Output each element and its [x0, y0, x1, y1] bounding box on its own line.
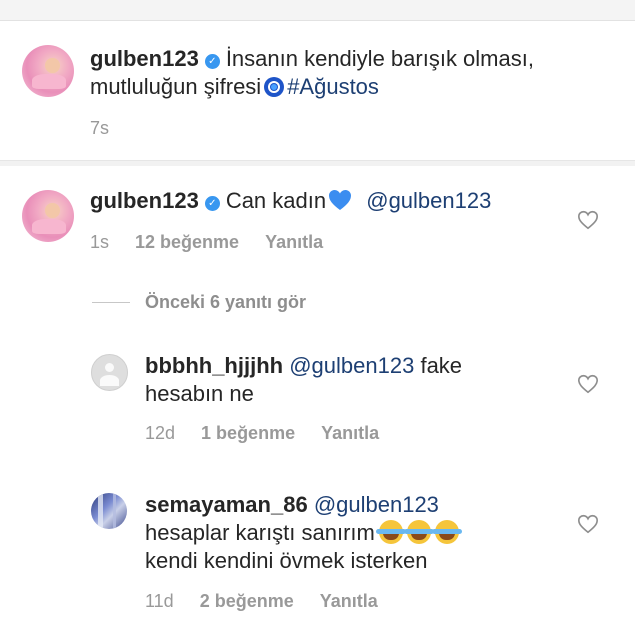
- reply-avatar[interactable]: [91, 493, 127, 529]
- reply-line2: hesabın ne: [145, 381, 254, 406]
- heart-outline-icon[interactable]: [577, 373, 599, 395]
- reply-line2: kendi kendini övmek isterken: [145, 548, 428, 573]
- replies-line: [92, 302, 130, 303]
- reply-meta: 11d 2 beğenme Yanıtla: [145, 590, 404, 612]
- comment-mention-link[interactable]: @gulben123: [366, 188, 491, 213]
- reply-avatar[interactable]: [91, 354, 128, 391]
- reply-line1: fake: [420, 353, 463, 378]
- reply-line1: hesaplar karıştı sanırım: [145, 520, 375, 545]
- tears-of-joy-emoji-icon: [375, 520, 406, 544]
- comment-username[interactable]: gulben123: [90, 188, 199, 213]
- reply-text: semayaman_86 @gulben123 hesaplar karıştı…: [145, 491, 565, 575]
- reply-text: bbbhh_hjjjhh @gulben123 fake hesabın ne: [145, 352, 565, 408]
- heart-outline-icon[interactable]: [577, 513, 599, 535]
- comment-meta: 1s 12 beğenme Yanıtla: [90, 231, 349, 253]
- reply-likes-link[interactable]: 1 beğenme: [201, 423, 295, 443]
- blue-heart-emoji-icon: [328, 189, 352, 218]
- reply-meta: 12d 1 beğenme Yanıtla: [145, 422, 405, 444]
- section-divider: [0, 160, 635, 166]
- reply-reply-button[interactable]: Yanıtla: [320, 591, 378, 611]
- post-time: 7s: [90, 118, 110, 138]
- reply-reply-button[interactable]: Yanıtla: [321, 423, 379, 443]
- verified-badge-icon: ✓: [204, 54, 220, 69]
- caption-line2: mutluluğun şifresi: [90, 74, 262, 99]
- tears-of-joy-emoji-icon: [403, 520, 434, 544]
- hashtag-link[interactable]: #Ağustos: [287, 74, 379, 99]
- post-avatar[interactable]: [22, 45, 74, 97]
- post-username[interactable]: gulben123: [90, 46, 199, 71]
- reply-likes-link[interactable]: 2 beğenme: [200, 591, 294, 611]
- comment-body: Can kadın: [225, 188, 327, 213]
- view-replies-button[interactable]: Önceki 6 yanıtı gör: [145, 291, 332, 313]
- comment-text: gulben123 ✓ Can kadın @gulben123: [90, 187, 570, 218]
- reply-mention-link[interactable]: @gulben123: [314, 492, 439, 517]
- top-strip: [0, 0, 635, 21]
- view-replies-label: Önceki 6 yanıtı gör: [145, 292, 307, 312]
- reply-mention-link[interactable]: @gulben123: [289, 353, 414, 378]
- heart-outline-icon[interactable]: [577, 209, 599, 231]
- comment-reply-button[interactable]: Yanıtla: [265, 232, 323, 252]
- nazar-emoji-icon: [264, 77, 285, 97]
- tears-of-joy-emoji-icon: [431, 520, 462, 544]
- reply-username[interactable]: semayaman_86: [145, 492, 308, 517]
- reply-time: 12d: [145, 423, 176, 443]
- comment-avatar[interactable]: [22, 190, 74, 242]
- reply-username[interactable]: bbbhh_hjjjhh: [145, 353, 283, 378]
- comment-time: 1s: [90, 232, 110, 252]
- reply-time: 11d: [145, 591, 174, 611]
- post-caption: gulben123 ✓ İnsanın kendiyle barışık olmas…: [90, 45, 620, 101]
- post-meta: 7s: [90, 117, 135, 139]
- comment-likes-link[interactable]: 12 beğenme: [135, 232, 239, 252]
- caption-line1: İnsanın kendiyle barışık olması,: [225, 46, 534, 71]
- verified-badge-icon: ✓: [204, 196, 220, 211]
